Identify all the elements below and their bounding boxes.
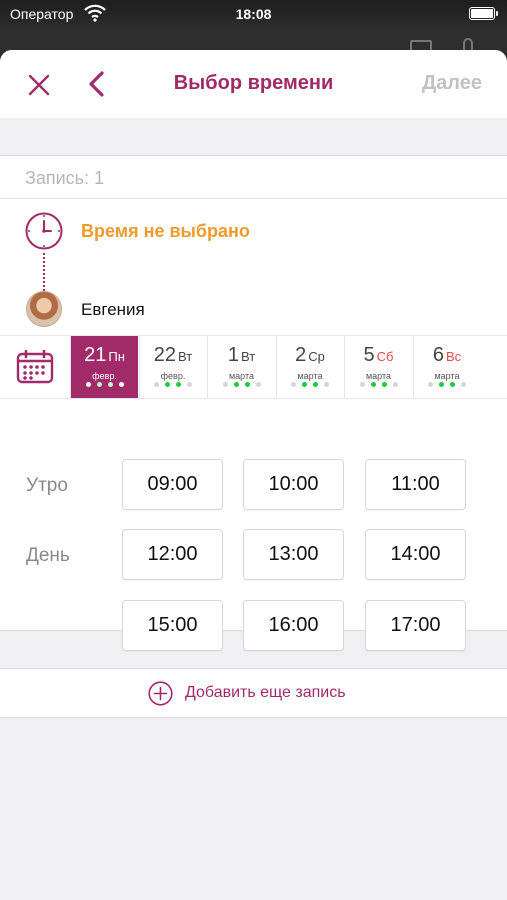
date-item[interactable]: 2 Ср марта	[275, 336, 344, 398]
calendar-icon	[16, 350, 54, 384]
time-selection-sheet: Выбор времени Далее Запись: 1 Время не в…	[0, 50, 507, 900]
availability-dot	[187, 382, 192, 387]
date-number: 1 Вт	[208, 344, 275, 367]
availability-dot	[428, 382, 433, 387]
time-slot[interactable]: 13:00	[243, 529, 344, 580]
time-slot[interactable]: 12:00	[122, 529, 223, 580]
availability-dot	[244, 382, 250, 387]
availability-dot	[313, 382, 318, 387]
time-slot[interactable]: 17:00	[365, 600, 466, 651]
next-button[interactable]: Далее	[422, 72, 482, 95]
date-weekday: Ср	[308, 349, 325, 364]
date-month: февр.	[92, 371, 117, 381]
calendar-button[interactable]	[0, 336, 70, 398]
date-item[interactable]: 6 Вс марта	[412, 336, 481, 398]
availability-dots	[414, 382, 481, 387]
availability-dot	[176, 382, 181, 387]
time-slot[interactable]: 11:00	[365, 459, 466, 510]
availability-dot	[439, 382, 444, 387]
availability-dots	[345, 382, 412, 387]
date-day: 2	[295, 344, 307, 366]
availability-dot	[107, 382, 113, 387]
date-weekday: Пн	[108, 349, 125, 364]
add-record-label: Добавить еще запись	[185, 684, 346, 701]
time-slot[interactable]: 16:00	[243, 600, 344, 651]
clock-icon	[25, 212, 63, 250]
date-day: 21	[84, 344, 107, 366]
time-status: Время не выбрано	[81, 221, 250, 241]
date-day: 1	[227, 344, 239, 366]
date-number: 2 Ср	[277, 344, 344, 367]
time-slot[interactable]: 09:00	[122, 459, 223, 510]
day-label: День	[26, 545, 70, 566]
status-bar: Оператор 18:08	[0, 0, 507, 30]
time-slot[interactable]: 14:00	[365, 529, 466, 580]
time-slot[interactable]: 15:00	[122, 600, 223, 651]
availability-dot	[233, 382, 239, 387]
availability-dot	[324, 382, 329, 387]
availability-dot	[154, 382, 159, 387]
plus-circle-icon	[148, 681, 173, 706]
master-avatar	[26, 291, 62, 327]
battery-icon	[469, 7, 498, 20]
date-number: 6 Вс	[414, 344, 481, 367]
nav-bar: Выбор времени Далее	[0, 50, 507, 118]
clock-time: 18:08	[235, 6, 272, 22]
morning-label: Утро	[26, 475, 68, 496]
date-month: марта	[228, 371, 255, 381]
date-day: 6	[432, 344, 444, 366]
availability-dots	[277, 382, 344, 387]
time-slot[interactable]: 10:00	[243, 459, 344, 510]
date-number: 5 Сб	[345, 344, 412, 367]
availability-dot	[118, 382, 124, 387]
date-item[interactable]: 5 Сб марта	[344, 336, 412, 398]
availability-dot	[255, 382, 261, 387]
availability-dots	[71, 382, 138, 387]
timeline-connector	[43, 253, 45, 291]
date-strip: 21 Пн февр. 22 Вт февр. 1 Вт марта 2 Ср марта 5 Сб мар…	[0, 335, 507, 399]
record-label: Запись: 1	[25, 168, 105, 188]
date-item[interactable]: 22 Вт февр.	[138, 336, 207, 398]
date-weekday: Вс	[445, 349, 462, 364]
availability-dot	[302, 382, 307, 387]
date-weekday: Сб	[376, 349, 394, 364]
availability-dot	[165, 382, 170, 387]
date-number: 21 Пн	[71, 344, 138, 367]
date-day: 22	[153, 344, 177, 366]
availability-dot	[392, 382, 398, 387]
availability-dot	[370, 382, 376, 387]
availability-dots	[208, 382, 275, 387]
availability-dot	[461, 382, 466, 387]
date-month: марта	[297, 371, 323, 381]
record-header: Запись: 1	[0, 155, 507, 199]
date-weekday: Вт	[178, 349, 193, 364]
availability-dot	[359, 382, 365, 387]
date-number: 22 Вт	[140, 344, 207, 367]
master-name: Евгения	[81, 300, 145, 319]
availability-dot	[381, 382, 387, 387]
availability-dot	[85, 382, 91, 387]
date-month: марта	[365, 371, 392, 381]
availability-dot	[450, 382, 455, 387]
date-month: марта	[434, 371, 460, 381]
date-weekday: Вт	[240, 349, 256, 364]
availability-dot	[291, 382, 296, 387]
availability-dot	[222, 382, 228, 387]
availability-dot	[96, 382, 102, 387]
date-item[interactable]: 1 Вт марта	[207, 336, 275, 398]
add-record-button[interactable]: Добавить еще запись	[0, 668, 507, 718]
date-month: февр.	[160, 371, 186, 381]
booking-card: Время не выбрано Евгения 21 Пн февр. 22 Вт фе…	[0, 199, 507, 651]
availability-dots	[140, 382, 207, 387]
date-item[interactable]: 21 Пн февр.	[70, 336, 138, 398]
date-day: 5	[363, 344, 375, 366]
